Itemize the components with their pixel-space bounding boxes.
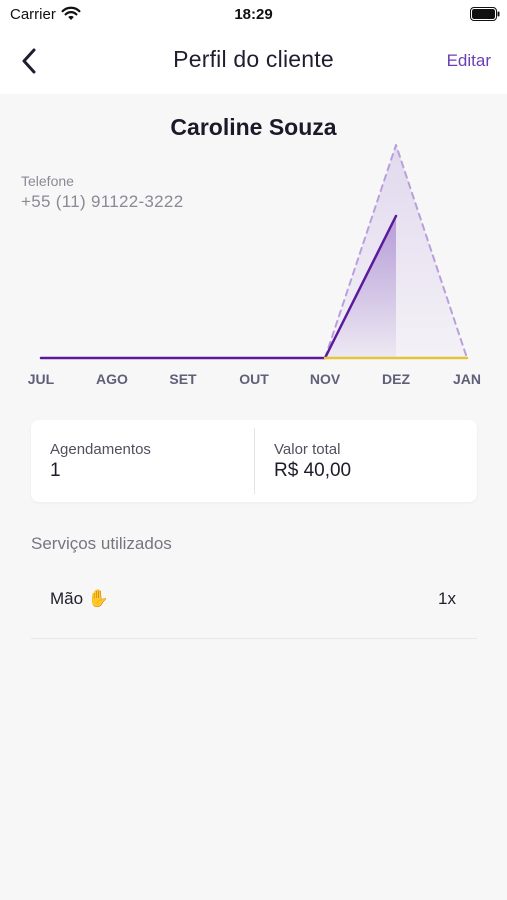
status-time: 18:29: [234, 6, 273, 23]
battery-icon: [470, 7, 500, 21]
stats-divider: [254, 428, 255, 494]
service-count: 1x: [438, 589, 456, 608]
x-tick-label: SET: [169, 371, 197, 387]
total-value: R$ 40,00: [274, 460, 352, 481]
page-title: Perfil do cliente: [173, 46, 334, 72]
stats-card: Agendamentos 1 Valor total R$ 40,00: [31, 420, 477, 502]
edit-button[interactable]: Editar: [447, 51, 491, 71]
x-tick-label: OUT: [239, 371, 269, 387]
status-bar: Carrier 18:29: [0, 0, 507, 30]
x-tick-label: NOV: [310, 371, 341, 387]
x-tick-label: JUL: [28, 371, 55, 387]
appointments-value: 1: [50, 460, 61, 481]
x-tick-label: JAN: [453, 371, 481, 387]
service-name: Mão ✋: [50, 589, 109, 608]
x-tick-label: AGO: [96, 371, 128, 387]
list-item[interactable]: Mão ✋ 1x: [31, 565, 477, 639]
phone-value[interactable]: +55 (11) 91122-3222: [21, 192, 183, 212]
series-area-0: [41, 216, 396, 358]
total-value-label: Valor total: [274, 441, 341, 458]
appointments-chart: JUL AGO SET OUT NOV DEZ JAN: [28, 144, 481, 387]
appointments-label: Agendamentos: [50, 441, 151, 458]
services-header: Serviços utilizados: [31, 534, 172, 553]
nav-bar: Perfil do cliente Editar: [0, 30, 507, 94]
phone-label: Telefone: [21, 173, 74, 189]
x-tick-label: DEZ: [382, 371, 410, 387]
